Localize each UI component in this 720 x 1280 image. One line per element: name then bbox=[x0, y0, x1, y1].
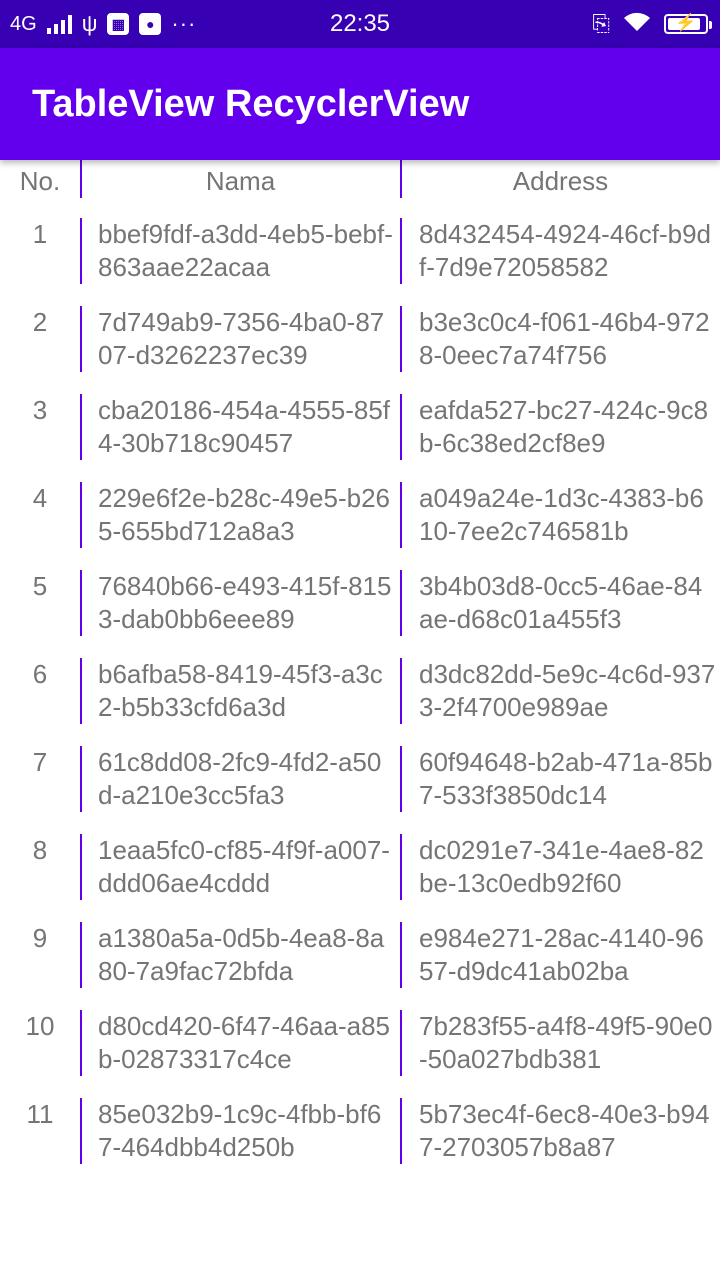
cell-address: a049a24e-1d3c-4383-b610-7ee2c746581b bbox=[419, 483, 704, 546]
status-bar-right: ⎘ ⚡ bbox=[592, 0, 712, 48]
cell-no: 9 bbox=[32, 923, 48, 953]
cell-address: eafda527-bc27-424c-9c8b-6c38ed2cf8e9 bbox=[419, 395, 709, 458]
table-row[interactable]: 6 b6afba58-8419-45f3-a3c2-b5b33cfd6a3d d3d… bbox=[0, 658, 720, 724]
battery-icon: ⚡ bbox=[664, 13, 712, 34]
cell-nama: 7d749ab9-7356-4ba0-8707-d3262237ec39 bbox=[98, 307, 385, 370]
cell-no: 8 bbox=[32, 835, 48, 865]
cell-no: 4 bbox=[32, 483, 48, 513]
cell-no: 7 bbox=[32, 747, 48, 777]
table-row[interactable]: 8 1eaa5fc0-cf85-4f9f-a007-ddd06ae4cddd dc0… bbox=[0, 834, 720, 900]
cell-no: 2 bbox=[32, 307, 48, 337]
cell-address: 60f94648-b2ab-471a-85b7-533f3850dc14 bbox=[419, 747, 713, 810]
table-row[interactable]: 7 61c8dd08-2fc9-4fd2-a50d-a210e3cc5fa3 60f… bbox=[0, 746, 720, 812]
cell-address: b3e3c0c4-f061-46b4-9728-0eec7a74f756 bbox=[419, 307, 710, 370]
cell-address: dc0291e7-341e-4ae8-82be-13c0edb92f60 bbox=[419, 835, 704, 898]
cell-address: e984e271-28ac-4140-9657-d9dc41ab02ba bbox=[419, 923, 704, 986]
cell-nama: 76840b66-e493-415f-8153-dab0bb6eee89 bbox=[98, 571, 392, 634]
app-title: TableView RecyclerView bbox=[32, 83, 470, 125]
cell-nama: 85e032b9-1c9c-4fbb-bf67-464dbb4d250b bbox=[98, 1099, 382, 1162]
status-bar: 4G ψ ▦ ● ··· 22:35 ⎘ ⚡ bbox=[0, 0, 720, 48]
table-header: No. Nama Address bbox=[0, 160, 720, 198]
table-view[interactable]: No. Nama Address 1 bbef9fdf-a3dd-4eb5-beb… bbox=[0, 160, 720, 1186]
cell-nama: 61c8dd08-2fc9-4fd2-a50d-a210e3cc5fa3 bbox=[98, 747, 382, 810]
cell-address: 8d432454-4924-46cf-b9df-7d9e72058582 bbox=[419, 219, 712, 282]
cell-nama: bbef9fdf-a3dd-4eb5-bebf-863aae22acaa bbox=[98, 219, 393, 282]
cell-nama: 1eaa5fc0-cf85-4f9f-a007-ddd06ae4cddd bbox=[98, 835, 390, 898]
table-row[interactable]: 2 7d749ab9-7356-4ba0-8707-d3262237ec39 b3e… bbox=[0, 306, 720, 372]
cell-nama: cba20186-454a-4555-85f4-30b718c90457 bbox=[98, 395, 391, 458]
table-row[interactable]: 11 85e032b9-1c9c-4fbb-bf67-464dbb4d250b 5b… bbox=[0, 1098, 720, 1164]
cell-address: 5b73ec4f-6ec8-40e3-b947-2703057b8a87 bbox=[419, 1099, 710, 1162]
cell-no: 10 bbox=[25, 1011, 55, 1041]
table-row[interactable]: 10 d80cd420-6f47-46aa-a85b-02873317c4ce 7b… bbox=[0, 1010, 720, 1076]
table-row[interactable]: 3 cba20186-454a-4555-85f4-30b718c90457 eaf… bbox=[0, 394, 720, 460]
vibrate-icon: ⎘ bbox=[592, 11, 610, 36]
header-no: No. bbox=[19, 166, 61, 196]
table-row[interactable]: 5 76840b66-e493-415f-8153-dab0bb6eee89 3b4… bbox=[0, 570, 720, 636]
cell-no: 3 bbox=[32, 395, 48, 425]
cell-no: 1 bbox=[32, 219, 48, 249]
table-row[interactable]: 4 229e6f2e-b28c-49e5-b265-655bd712a8a3 a04… bbox=[0, 482, 720, 548]
cell-no: 11 bbox=[26, 1099, 54, 1129]
cell-address: d3dc82dd-5e9c-4c6d-9373-2f4700e989ae bbox=[419, 659, 716, 722]
cell-address: 7b283f55-a4f8-49f5-90e0-50a027bdb381 bbox=[419, 1011, 713, 1074]
header-nama: Nama bbox=[205, 166, 276, 196]
cell-address: 3b4b03d8-0cc5-46ae-84ae-d68c01a455f3 bbox=[419, 571, 703, 634]
wifi-icon bbox=[622, 11, 652, 38]
cell-nama: b6afba58-8419-45f3-a3c2-b5b33cfd6a3d bbox=[98, 659, 383, 722]
header-address: Address bbox=[512, 166, 609, 196]
cell-no: 5 bbox=[32, 571, 48, 601]
cell-nama: a1380a5a-0d5b-4ea8-8a80-7a9fac72bfda bbox=[98, 923, 385, 986]
table-row[interactable]: 9 a1380a5a-0d5b-4ea8-8a80-7a9fac72bfda e98… bbox=[0, 922, 720, 988]
cell-no: 6 bbox=[32, 659, 48, 689]
app-bar: TableView RecyclerView bbox=[0, 48, 720, 160]
table-row[interactable]: 1 bbef9fdf-a3dd-4eb5-bebf-863aae22acaa 8d4… bbox=[0, 218, 720, 284]
cell-nama: d80cd420-6f47-46aa-a85b-02873317c4ce bbox=[98, 1011, 391, 1074]
cell-nama: 229e6f2e-b28c-49e5-b265-655bd712a8a3 bbox=[98, 483, 391, 546]
